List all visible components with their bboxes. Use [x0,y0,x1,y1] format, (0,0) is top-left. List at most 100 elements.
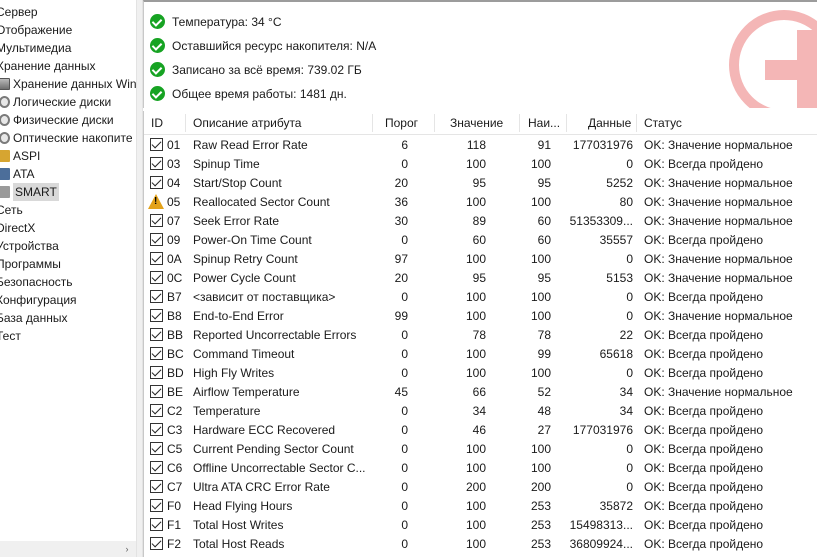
checkbox-checked-icon [150,537,163,550]
table-row[interactable]: C7 Ultra ATA CRC Error Rate 0 200 200 0 OK: Вс… [144,478,817,497]
table-row[interactable]: 0C Power Cycle Count 20 95 95 5153 OK: Значени… [144,269,817,288]
table-row[interactable]: BB Reported Uncorrectable Errors 0 78 78 22 OK… [144,326,817,345]
table-body: 01 Raw Read Error Rate 6 118 91 177031976 OK: … [144,136,817,554]
checkbox-checked-icon [150,385,163,398]
cell-worst: 91 [537,138,551,152]
cell-worst: 99 [537,347,551,361]
table-row[interactable]: C5 Current Pending Sector Count 0 100 100 0 OK… [144,440,817,459]
checkbox-checked-icon [150,271,163,284]
health-cross-icon [729,10,817,108]
tree-item-label: Конфигурация [0,293,77,307]
tree-item-label: Программы [0,257,61,271]
cell-data: 34 [619,404,633,418]
column-header-id[interactable]: ID [151,111,163,135]
tree-item-label: Оптические накопите [13,131,133,145]
cell-status: OK: Значение нормальное [644,271,793,285]
table-row[interactable]: F0 Head Flying Hours 0 100 253 35872 OK: Всегд… [144,497,817,516]
table-row[interactable]: B7 <зависит от поставщика> 0 100 100 0 OK: Все… [144,288,817,307]
column-header-data[interactable]: Данные [588,111,631,135]
cell-data: 22 [619,328,633,342]
cell-value: 95 [472,176,486,190]
cell-value: 46 [472,423,486,437]
summary-text: Температура: 34 °C [172,15,282,29]
cell-worst: 60 [537,214,551,228]
panel-splitter[interactable] [136,0,143,557]
checkbox-checked-icon [150,423,163,436]
cell-worst: 100 [530,290,551,304]
cell-status: OK: Всегда пройдено [644,442,764,456]
table-row[interactable]: 09 Power-On Time Count 0 60 60 35557 OK: Всегд… [144,231,817,250]
table-row[interactable]: B8 End-to-End Error 99 100 100 0 OK: Значение … [144,307,817,326]
summary-text: Оставшийся ресурс накопителя: N/A [172,39,377,53]
cell-status: OK: Значение нормальное [644,214,793,228]
cell-value: 100 [465,252,486,266]
cell-desc: Temperature [193,404,261,418]
column-header-worst[interactable]: Наи... [528,111,560,135]
cell-data: 51353309... [569,214,633,228]
table-row[interactable]: C3 Hardware ECC Recovered 0 46 27 177031976 OK… [144,421,817,440]
table-row[interactable]: C2 Temperature 0 34 48 34 OK: Всегда пройдено [144,402,817,421]
table-row[interactable]: BC Command Timeout 0 100 99 65618 OK: Всегда п… [144,345,817,364]
table-row[interactable]: C6 Offline Uncorrectable Sector C... 0 100 1… [144,459,817,478]
cell-data: 0 [626,157,633,171]
cell-worst: 100 [530,252,551,266]
table-row[interactable]: 04 Start/Stop Count 20 95 95 5252 OK: Значение… [144,174,817,193]
cell-status: OK: Всегда пройдено [644,157,764,171]
checkbox-checked-icon [150,442,163,455]
table-row[interactable]: BE Airflow Temperature 45 66 52 34 OK: Значени… [144,383,817,402]
column-header-value[interactable]: Значение [450,111,503,135]
cell-value: 100 [465,195,486,209]
ok-icon [150,86,165,101]
cell-threshold: 36 [394,195,408,209]
smart-icon [0,186,10,198]
cell-status: OK: Значение нормальное [644,138,793,152]
cell-threshold: 0 [401,404,408,418]
cell-threshold: 97 [394,252,408,266]
cell-desc: Ultra ATA CRC Error Rate [193,480,330,494]
checkbox-checked-icon [150,328,163,341]
cell-data: 34 [619,385,633,399]
cell-value: 95 [472,271,486,285]
tree-item-label: Сеть [0,203,23,217]
table-row[interactable]: 07 Seek Error Rate 30 89 60 51353309... OK: Зн… [144,212,817,231]
cell-data: 0 [626,290,633,304]
tree-horizontal-scrollbar[interactable]: › [0,541,136,557]
column-header-status[interactable]: Статус [644,111,682,135]
tree-item-label: Устройства [0,239,59,253]
column-header-threshold[interactable]: Порог [385,111,418,135]
disk-icon [0,114,10,126]
cell-worst: 100 [530,195,551,209]
checkbox-checked-icon [150,518,163,531]
cell-desc: Hardware ECC Recovered [193,423,336,437]
cell-desc: High Fly Writes [193,366,275,380]
ok-icon [150,38,165,53]
scroll-right-arrow-icon[interactable]: › [122,544,132,554]
table-row[interactable]: 03 Spinup Time 0 100 100 0 OK: Всегда пройдено [144,155,817,174]
cell-threshold: 0 [401,423,408,437]
table-row[interactable]: 0A Spinup Retry Count 97 100 100 0 OK: Значени… [144,250,817,269]
cell-worst: 100 [530,461,551,475]
table-row[interactable]: 01 Raw Read Error Rate 6 118 91 177031976 OK: … [144,136,817,155]
column-header-desc[interactable]: Описание атрибута [193,111,301,135]
table-row[interactable]: 05Reallocated Sector Count3610010080OK: … [144,193,817,212]
cell-desc: Spinup Time [193,157,260,171]
cell-status: OK: Всегда пройдено [644,499,764,513]
table-row[interactable]: F2 Total Host Reads 0 100 253 36809924... OK: … [144,535,817,554]
navigation-tree: Сервер Отображение Мультимедиа Хранение дан… [0,0,136,557]
cell-status: OK: Всегда пройдено [644,347,764,361]
cell-value: 100 [465,157,486,171]
checkbox-checked-icon [150,290,163,303]
disk-icon [0,132,10,144]
checkbox-checked-icon [150,499,163,512]
cell-value: 34 [472,404,486,418]
cell-worst: 253 [530,518,551,532]
cell-data: 80 [619,195,633,209]
table-row[interactable]: BD High Fly Writes 0 100 100 0 OK: Всегда прой… [144,364,817,383]
cell-threshold: 99 [394,309,408,323]
cell-worst: 100 [530,442,551,456]
cell-desc: Current Pending Sector Count [193,442,354,456]
cell-desc: Power Cycle Count [193,271,296,285]
table-row[interactable]: F1 Total Host Writes 0 100 253 15498313... OK:… [144,516,817,535]
tree-item-label: ASPI [13,149,41,163]
chip-icon [0,168,10,180]
